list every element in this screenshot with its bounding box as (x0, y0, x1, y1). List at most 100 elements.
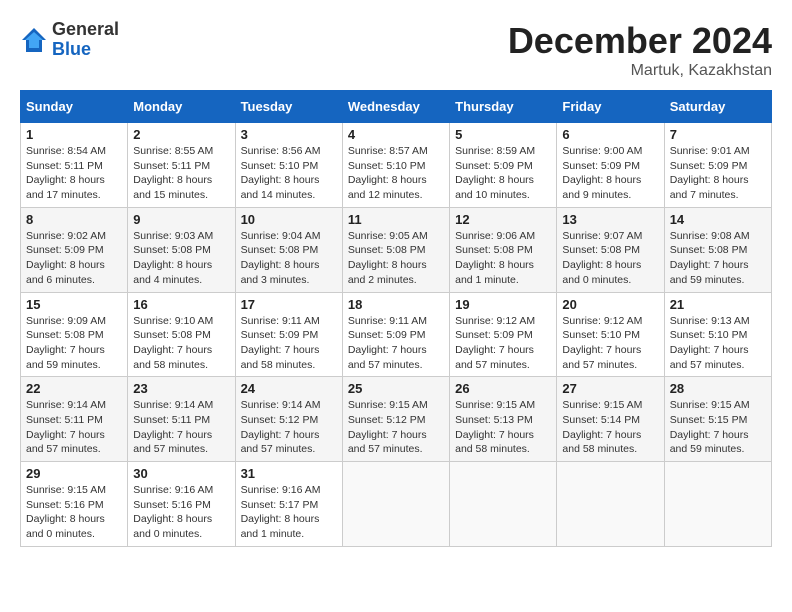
logo: General Blue (20, 20, 119, 60)
page-header: General Blue December 2024 Martuk, Kazak… (20, 20, 772, 80)
day-info: Sunrise: 9:13 AM Sunset: 5:10 PM Dayligh… (670, 314, 766, 373)
calendar-cell (450, 462, 557, 547)
day-info: Sunrise: 9:05 AM Sunset: 5:08 PM Dayligh… (348, 229, 444, 288)
day-number: 11 (348, 212, 444, 227)
calendar-cell: 1 Sunrise: 8:54 AM Sunset: 5:11 PM Daylig… (21, 123, 128, 208)
calendar-cell (342, 462, 449, 547)
day-number: 18 (348, 297, 444, 312)
day-number: 29 (26, 466, 122, 481)
day-info: Sunrise: 9:04 AM Sunset: 5:08 PM Dayligh… (241, 229, 337, 288)
day-number: 31 (241, 466, 337, 481)
calendar-cell: 2 Sunrise: 8:55 AM Sunset: 5:11 PM Daylig… (128, 123, 235, 208)
column-header-monday: Monday (128, 91, 235, 123)
calendar-cell: 12 Sunrise: 9:06 AM Sunset: 5:08 PM Dayli… (450, 207, 557, 292)
day-number: 3 (241, 127, 337, 142)
day-info: Sunrise: 9:11 AM Sunset: 5:09 PM Dayligh… (241, 314, 337, 373)
calendar-cell: 7Sunrise: 9:01 AM Sunset: 5:09 PM Daylig… (664, 123, 771, 208)
calendar-cell: 14 Sunrise: 9:08 AM Sunset: 5:08 PM Dayli… (664, 207, 771, 292)
calendar-week-row: 8 Sunrise: 9:02 AM Sunset: 5:09 PM Daylig… (21, 207, 772, 292)
day-number: 14 (670, 212, 766, 227)
calendar-week-row: 22 Sunrise: 9:14 AM Sunset: 5:11 PM Dayli… (21, 377, 772, 462)
column-header-sunday: Sunday (21, 91, 128, 123)
day-info: Sunrise: 9:15 AM Sunset: 5:14 PM Dayligh… (562, 398, 658, 457)
day-info: Sunrise: 9:10 AM Sunset: 5:08 PM Dayligh… (133, 314, 229, 373)
day-number: 13 (562, 212, 658, 227)
calendar-cell: 13 Sunrise: 9:07 AM Sunset: 5:08 PM Dayli… (557, 207, 664, 292)
logo-blue-text: Blue (52, 40, 119, 60)
calendar-cell: 27 Sunrise: 9:15 AM Sunset: 5:14 PM Dayli… (557, 377, 664, 462)
calendar-week-row: 1 Sunrise: 8:54 AM Sunset: 5:11 PM Daylig… (21, 123, 772, 208)
day-number: 26 (455, 381, 551, 396)
day-info: Sunrise: 9:07 AM Sunset: 5:08 PM Dayligh… (562, 229, 658, 288)
day-number: 24 (241, 381, 337, 396)
day-number: 21 (670, 297, 766, 312)
location-text: Martuk, Kazakhstan (508, 62, 772, 80)
day-info: Sunrise: 8:54 AM Sunset: 5:11 PM Dayligh… (26, 144, 122, 203)
day-number: 9 (133, 212, 229, 227)
calendar-cell: 31 Sunrise: 9:16 AM Sunset: 5:17 PM Dayli… (235, 462, 342, 547)
day-info: Sunrise: 8:56 AM Sunset: 5:10 PM Dayligh… (241, 144, 337, 203)
day-info: Sunrise: 9:14 AM Sunset: 5:11 PM Dayligh… (26, 398, 122, 457)
day-info: Sunrise: 9:02 AM Sunset: 5:09 PM Dayligh… (26, 229, 122, 288)
day-info: Sunrise: 9:11 AM Sunset: 5:09 PM Dayligh… (348, 314, 444, 373)
calendar-cell: 30 Sunrise: 9:16 AM Sunset: 5:16 PM Dayli… (128, 462, 235, 547)
day-number: 7 (670, 127, 766, 142)
calendar-cell: 15 Sunrise: 9:09 AM Sunset: 5:08 PM Dayli… (21, 292, 128, 377)
day-number: 8 (26, 212, 122, 227)
calendar-cell: 18 Sunrise: 9:11 AM Sunset: 5:09 PM Dayli… (342, 292, 449, 377)
day-number: 27 (562, 381, 658, 396)
day-info: Sunrise: 9:15 AM Sunset: 5:12 PM Dayligh… (348, 398, 444, 457)
calendar-cell: 9Sunrise: 9:03 AM Sunset: 5:08 PM Daylig… (128, 207, 235, 292)
day-number: 22 (26, 381, 122, 396)
calendar-cell: 8 Sunrise: 9:02 AM Sunset: 5:09 PM Daylig… (21, 207, 128, 292)
calendar-cell: 6 Sunrise: 9:00 AM Sunset: 5:09 PM Daylig… (557, 123, 664, 208)
calendar-cell: 5Sunrise: 8:59 AM Sunset: 5:09 PM Daylig… (450, 123, 557, 208)
day-info: Sunrise: 8:59 AM Sunset: 5:09 PM Dayligh… (455, 144, 551, 203)
day-number: 19 (455, 297, 551, 312)
calendar-cell: 28 Sunrise: 9:15 AM Sunset: 5:15 PM Dayli… (664, 377, 771, 462)
day-info: Sunrise: 9:15 AM Sunset: 5:13 PM Dayligh… (455, 398, 551, 457)
day-info: Sunrise: 9:09 AM Sunset: 5:08 PM Dayligh… (26, 314, 122, 373)
day-info: Sunrise: 9:14 AM Sunset: 5:12 PM Dayligh… (241, 398, 337, 457)
calendar-week-row: 15 Sunrise: 9:09 AM Sunset: 5:08 PM Dayli… (21, 292, 772, 377)
day-number: 2 (133, 127, 229, 142)
calendar-cell: 29Sunrise: 9:15 AM Sunset: 5:16 PM Dayli… (21, 462, 128, 547)
calendar-cell: 4Sunrise: 8:57 AM Sunset: 5:10 PM Daylig… (342, 123, 449, 208)
day-info: Sunrise: 8:55 AM Sunset: 5:11 PM Dayligh… (133, 144, 229, 203)
calendar-cell: 16 Sunrise: 9:10 AM Sunset: 5:08 PM Dayli… (128, 292, 235, 377)
day-info: Sunrise: 9:16 AM Sunset: 5:16 PM Dayligh… (133, 483, 229, 542)
column-header-thursday: Thursday (450, 91, 557, 123)
calendar-cell: 17 Sunrise: 9:11 AM Sunset: 5:09 PM Dayli… (235, 292, 342, 377)
day-number: 28 (670, 381, 766, 396)
day-info: Sunrise: 9:15 AM Sunset: 5:15 PM Dayligh… (670, 398, 766, 457)
day-number: 25 (348, 381, 444, 396)
calendar-header-row: SundayMondayTuesdayWednesdayThursdayFrid… (21, 91, 772, 123)
calendar-cell: 22 Sunrise: 9:14 AM Sunset: 5:11 PM Dayli… (21, 377, 128, 462)
calendar-cell: 26 Sunrise: 9:15 AM Sunset: 5:13 PM Dayli… (450, 377, 557, 462)
day-info: Sunrise: 9:12 AM Sunset: 5:09 PM Dayligh… (455, 314, 551, 373)
day-number: 30 (133, 466, 229, 481)
title-area: December 2024 Martuk, Kazakhstan (508, 20, 772, 80)
calendar-cell (664, 462, 771, 547)
logo-general-text: General (52, 20, 119, 40)
day-number: 23 (133, 381, 229, 396)
day-number: 6 (562, 127, 658, 142)
day-info: Sunrise: 9:00 AM Sunset: 5:09 PM Dayligh… (562, 144, 658, 203)
column-header-tuesday: Tuesday (235, 91, 342, 123)
calendar-cell: 21 Sunrise: 9:13 AM Sunset: 5:10 PM Dayli… (664, 292, 771, 377)
calendar-table: SundayMondayTuesdayWednesdayThursdayFrid… (20, 90, 772, 547)
logo-icon (20, 26, 48, 54)
day-info: Sunrise: 9:14 AM Sunset: 5:11 PM Dayligh… (133, 398, 229, 457)
calendar-cell: 25 Sunrise: 9:15 AM Sunset: 5:12 PM Dayli… (342, 377, 449, 462)
day-number: 17 (241, 297, 337, 312)
day-info: Sunrise: 9:16 AM Sunset: 5:17 PM Dayligh… (241, 483, 337, 542)
day-info: Sunrise: 9:06 AM Sunset: 5:08 PM Dayligh… (455, 229, 551, 288)
day-number: 12 (455, 212, 551, 227)
day-number: 15 (26, 297, 122, 312)
day-number: 1 (26, 127, 122, 142)
column-header-saturday: Saturday (664, 91, 771, 123)
day-number: 16 (133, 297, 229, 312)
day-info: Sunrise: 9:08 AM Sunset: 5:08 PM Dayligh… (670, 229, 766, 288)
calendar-cell: 20Sunrise: 9:12 AM Sunset: 5:10 PM Dayli… (557, 292, 664, 377)
calendar-cell: 24 Sunrise: 9:14 AM Sunset: 5:12 PM Dayli… (235, 377, 342, 462)
